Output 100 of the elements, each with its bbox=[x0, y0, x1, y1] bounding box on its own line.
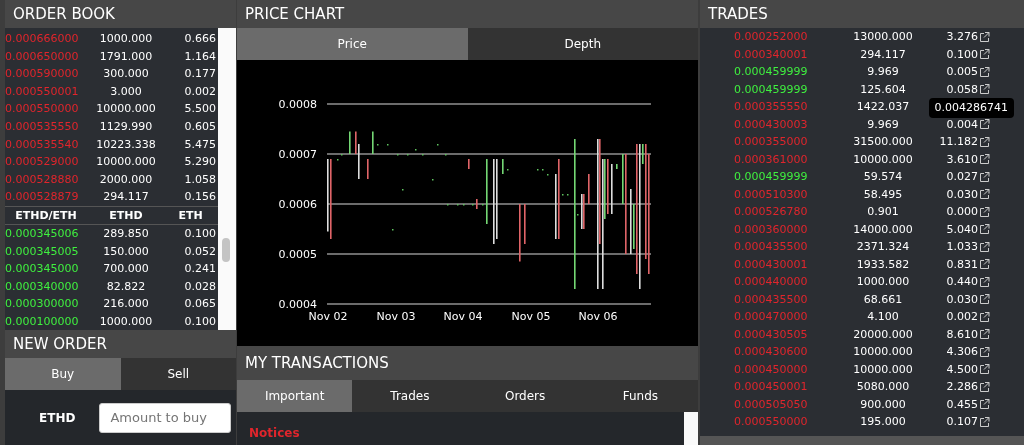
x-axis-label: Nov 06 bbox=[578, 310, 618, 323]
trade-total: 3.276 bbox=[946, 29, 978, 45]
trade-total: 8.610 bbox=[946, 326, 978, 343]
trade-total: 0.004 bbox=[946, 116, 978, 133]
order-total: 0.666 bbox=[183, 31, 217, 47]
external-link-icon[interactable] bbox=[979, 259, 990, 270]
order-total: 0.177 bbox=[183, 66, 217, 83]
trade-amount: 4.100 bbox=[866, 309, 900, 325]
trade-amount: 10000.000 bbox=[852, 344, 914, 360]
scrollbar-thumb[interactable] bbox=[222, 238, 230, 262]
trade-price: 0.000459999 bbox=[733, 64, 809, 80]
trade-amount: 9.969 bbox=[866, 64, 900, 80]
order-amount: 1000.000 bbox=[98, 31, 154, 47]
panel-title: MY TRANSACTIONS bbox=[237, 346, 698, 380]
trade-amount: 1422.037 bbox=[855, 99, 911, 115]
ask-price: 0.000535540 bbox=[5, 136, 80, 153]
tooltip: 0.004286741 bbox=[928, 98, 1014, 118]
trade-total: 0.030 bbox=[946, 186, 978, 203]
external-link-icon[interactable] bbox=[979, 399, 990, 410]
trade-total: 0.002 bbox=[946, 309, 978, 325]
bid-price: 0.000340000 bbox=[5, 278, 80, 295]
order-total: 0.065 bbox=[183, 296, 217, 313]
order-amount: 10000.000 bbox=[95, 101, 157, 118]
order-total: 0.052 bbox=[183, 243, 217, 260]
column-header: ETH bbox=[177, 207, 204, 224]
scrollbar[interactable] bbox=[218, 28, 236, 330]
external-link-icon[interactable] bbox=[979, 224, 990, 235]
order-total: 1.164 bbox=[183, 48, 217, 65]
order-total: 0.605 bbox=[183, 118, 217, 135]
order-amount: 82.822 bbox=[105, 278, 147, 295]
external-link-icon[interactable] bbox=[979, 416, 990, 427]
x-axis-label: Nov 02 bbox=[308, 310, 348, 323]
trade-price: 0.000440000 bbox=[733, 274, 809, 290]
trade-price: 0.000459999 bbox=[733, 81, 809, 98]
order-amount: 10000.000 bbox=[95, 154, 157, 171]
trade-total: 3.610 bbox=[946, 151, 978, 168]
external-link-icon[interactable] bbox=[979, 294, 990, 305]
trade-total: 0.440 bbox=[946, 274, 978, 290]
x-axis-label: Nov 05 bbox=[511, 310, 551, 323]
trade-price: 0.000430003 bbox=[733, 116, 809, 133]
y-axis-label: 0.0004 bbox=[278, 298, 317, 311]
order-amount: 216.000 bbox=[102, 296, 150, 313]
trade-price: 0.000435500 bbox=[733, 291, 809, 308]
trade-price: 0.000361000 bbox=[733, 151, 809, 168]
trade-amount: 13000.000 bbox=[852, 29, 914, 45]
trade-price: 0.000340001 bbox=[733, 46, 809, 63]
order-total: 5.290 bbox=[183, 154, 217, 171]
trade-price: 0.000450001 bbox=[733, 379, 809, 395]
external-link-icon[interactable] bbox=[979, 154, 990, 165]
external-link-icon[interactable] bbox=[979, 189, 990, 200]
trade-total: 0.831 bbox=[946, 256, 978, 273]
trade-amount: 125.604 bbox=[859, 81, 907, 98]
order-total: 0.100 bbox=[183, 225, 217, 242]
trade-amount: 1933.582 bbox=[855, 256, 911, 273]
external-link-icon[interactable] bbox=[979, 241, 990, 252]
order-amount: 289.850 bbox=[102, 225, 150, 242]
trade-total: 4.306 bbox=[946, 344, 978, 360]
amount-input[interactable]: Amount to buy bbox=[99, 402, 232, 433]
external-link-icon[interactable] bbox=[979, 364, 990, 375]
chart-tab[interactable]: Price bbox=[237, 28, 468, 60]
section-title: Notices bbox=[249, 426, 300, 440]
external-link-icon[interactable] bbox=[979, 119, 990, 130]
trade-price: 0.000459999 bbox=[733, 169, 809, 185]
order-total: 5.500 bbox=[183, 101, 217, 118]
x-axis-label: Nov 03 bbox=[376, 310, 416, 323]
transactions-tab[interactable]: Important bbox=[237, 380, 353, 412]
external-link-icon[interactable] bbox=[979, 49, 990, 60]
external-link-icon[interactable] bbox=[979, 206, 990, 217]
trade-amount: 1000.000 bbox=[855, 274, 911, 290]
order-amount: 294.117 bbox=[102, 189, 150, 206]
order-amount: 700.000 bbox=[102, 261, 150, 278]
external-link-icon[interactable] bbox=[979, 311, 990, 322]
trade-price: 0.000510300 bbox=[733, 186, 809, 203]
trade-total: 0.005 bbox=[946, 64, 978, 80]
trade-amount: 10000.000 bbox=[852, 361, 914, 378]
trade-amount: 5080.000 bbox=[855, 379, 911, 395]
order-amount: 1000.000 bbox=[98, 313, 154, 330]
y-axis-label: 0.0006 bbox=[278, 198, 317, 211]
external-link-icon[interactable] bbox=[979, 136, 990, 147]
trade-total: 0.000 bbox=[946, 204, 978, 220]
external-link-icon[interactable] bbox=[979, 381, 990, 392]
trade-amount: 294.117 bbox=[859, 46, 907, 63]
x-axis-label: Nov 04 bbox=[443, 310, 483, 323]
trade-amount: 58.495 bbox=[862, 186, 904, 203]
scrollbar[interactable] bbox=[684, 412, 698, 445]
order-tab[interactable]: Buy bbox=[5, 358, 121, 390]
trade-price: 0.000360000 bbox=[733, 221, 809, 238]
external-link-icon[interactable] bbox=[979, 31, 990, 42]
trade-amount: 9.969 bbox=[866, 116, 900, 133]
external-link-icon[interactable] bbox=[979, 346, 990, 357]
trade-total: 0.107 bbox=[946, 414, 978, 430]
external-link-icon[interactable] bbox=[979, 84, 990, 95]
external-link-icon[interactable] bbox=[979, 171, 990, 182]
external-link-icon[interactable] bbox=[979, 66, 990, 77]
order-total: 0.156 bbox=[183, 189, 217, 206]
trade-price: 0.000550000 bbox=[733, 414, 809, 430]
bid-price: 0.000345000 bbox=[5, 261, 80, 278]
ask-price: 0.000590000 bbox=[5, 66, 80, 83]
external-link-icon[interactable] bbox=[979, 329, 990, 340]
external-link-icon[interactable] bbox=[979, 276, 990, 287]
